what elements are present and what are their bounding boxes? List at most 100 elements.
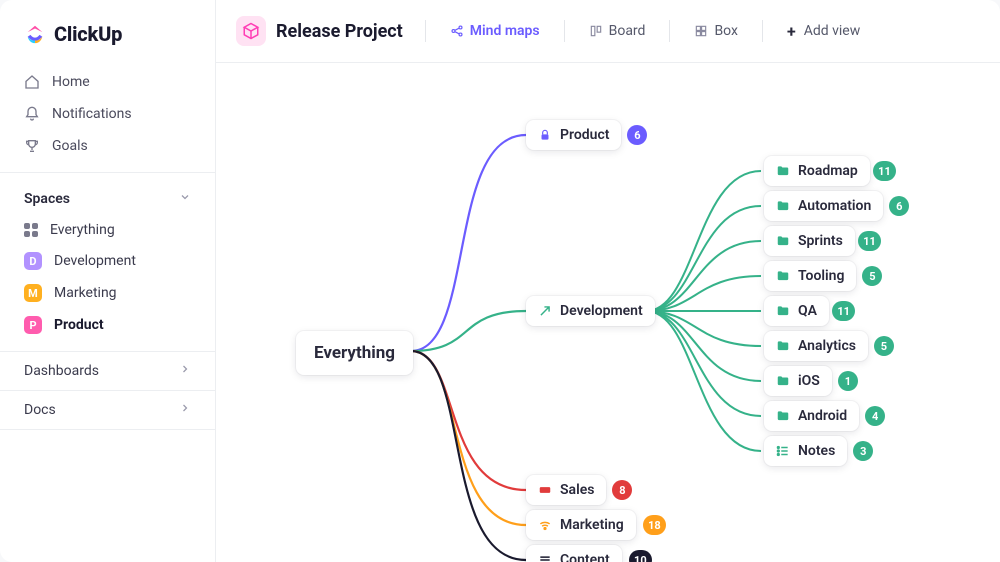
wifi-icon	[538, 518, 552, 532]
mindmap-node-product[interactable]: Product 6	[526, 120, 621, 150]
mindmap-node-sales[interactable]: Sales 8	[526, 475, 606, 505]
tab-label: Board	[609, 23, 646, 39]
node-label: Everything	[314, 343, 395, 363]
header: Release Project Mind maps Board Box + Ad…	[216, 0, 1000, 63]
spaces-header[interactable]: Spaces	[0, 183, 215, 215]
app-root: ClickUp Home Notifications Goals Spaces …	[0, 0, 1000, 562]
node-label: Sales	[560, 482, 594, 498]
trophy-icon	[24, 138, 40, 154]
count-badge: 5	[862, 266, 882, 286]
bell-icon	[24, 106, 40, 122]
space-badge: M	[24, 284, 42, 302]
mindmap-node-automation[interactable]: Automation6	[764, 191, 883, 221]
project-title: Release Project	[276, 21, 403, 42]
mindmap-node-qa[interactable]: QA11	[764, 296, 829, 326]
folder-icon	[776, 374, 790, 388]
brand-name: ClickUp	[54, 22, 122, 46]
mindmap-node-android[interactable]: Android4	[764, 401, 859, 431]
node-label: Roadmap	[798, 163, 858, 179]
folder-icon	[776, 409, 790, 423]
mindmap-canvas[interactable]: Everything Product 6 Development Sales 8	[216, 63, 1000, 562]
grid-icon	[24, 223, 38, 237]
tab-box[interactable]: Box	[684, 19, 748, 43]
chevron-right-icon	[179, 402, 191, 418]
count-badge: 10	[629, 550, 652, 562]
plus-icon: +	[787, 22, 796, 41]
node-label: iOS	[798, 373, 820, 389]
mindmap-icon	[450, 24, 464, 38]
chevron-right-icon	[179, 363, 191, 379]
arrow-icon	[538, 304, 552, 318]
count-badge: 5	[874, 336, 894, 356]
node-label: Sprints	[798, 233, 843, 249]
node-label: QA	[798, 303, 817, 319]
count-badge: 8	[612, 480, 632, 500]
divider	[0, 172, 215, 173]
main: Release Project Mind maps Board Box + Ad…	[216, 0, 1000, 562]
node-label: Development	[560, 303, 643, 319]
tab-mind-maps[interactable]: Mind maps	[440, 19, 550, 43]
mindmap-node-roadmap[interactable]: Roadmap11	[764, 156, 870, 186]
mindmap-node-development[interactable]: Development	[526, 296, 655, 326]
space-badge: P	[24, 316, 42, 334]
mindmap-node-ios[interactable]: iOS1	[764, 366, 832, 396]
tab-board[interactable]: Board	[579, 19, 656, 43]
list-icon	[776, 444, 790, 458]
home-icon	[24, 74, 40, 90]
node-label: Automation	[798, 198, 871, 214]
sidebar-item-docs[interactable]: Docs	[0, 390, 215, 430]
folder-icon	[776, 234, 790, 248]
node-label: Content	[560, 552, 610, 562]
mindmap-node-marketing[interactable]: Marketing 18	[526, 510, 636, 540]
separator	[564, 20, 565, 42]
tab-label: Mind maps	[470, 23, 540, 39]
count-badge: 4	[865, 406, 885, 426]
space-badge: D	[24, 252, 42, 270]
count-badge: 11	[858, 231, 881, 251]
folder-icon	[776, 164, 790, 178]
add-view-label: Add view	[804, 23, 861, 39]
node-label: Tooling	[798, 268, 844, 284]
mindmap-node-analytics[interactable]: Analytics5	[764, 331, 868, 361]
project-cube-icon	[236, 16, 266, 46]
sidebar: ClickUp Home Notifications Goals Spaces …	[0, 0, 216, 562]
brand: ClickUp	[0, 0, 215, 66]
nav-home[interactable]: Home	[8, 66, 207, 98]
row-label: Dashboards	[24, 363, 99, 379]
nav-goals[interactable]: Goals	[8, 130, 207, 162]
folder-icon	[776, 339, 790, 353]
mindmap-node-content[interactable]: Content 10	[526, 545, 622, 562]
mindmap-root-node[interactable]: Everything	[296, 331, 413, 375]
clickup-logo-icon	[24, 23, 46, 45]
folder-icon	[776, 199, 790, 213]
sidebar-item-marketing[interactable]: M Marketing	[0, 277, 215, 309]
chevron-down-icon	[179, 191, 191, 207]
nav-notifications[interactable]: Notifications	[8, 98, 207, 130]
folder-icon	[776, 304, 790, 318]
count-badge: 3	[853, 441, 873, 461]
add-view-button[interactable]: + Add view	[777, 18, 870, 45]
mindmap-node-notes[interactable]: Notes3	[764, 436, 847, 466]
space-label: Product	[54, 317, 104, 333]
mindmap-node-tooling[interactable]: Tooling5	[764, 261, 856, 291]
spaces-header-label: Spaces	[24, 191, 70, 207]
space-label: Development	[54, 253, 136, 269]
sidebar-item-dashboards[interactable]: Dashboards	[0, 351, 215, 390]
sidebar-item-development[interactable]: D Development	[0, 245, 215, 277]
node-label: Notes	[798, 443, 835, 459]
separator	[669, 20, 670, 42]
count-badge: 6	[627, 125, 647, 145]
sidebar-item-everything[interactable]: Everything	[0, 215, 215, 245]
row-label: Docs	[24, 402, 56, 418]
lock-icon	[538, 128, 552, 142]
sidebar-item-product[interactable]: P Product	[0, 309, 215, 341]
nav-label: Home	[52, 74, 90, 90]
separator	[425, 20, 426, 42]
node-label: Analytics	[798, 338, 856, 354]
board-icon	[589, 24, 603, 38]
mindmap-node-sprints[interactable]: Sprints11	[764, 226, 855, 256]
count-badge: 18	[643, 515, 666, 535]
space-label: Marketing	[54, 285, 117, 301]
count-badge: 11	[873, 161, 896, 181]
nav-label: Goals	[52, 138, 88, 154]
